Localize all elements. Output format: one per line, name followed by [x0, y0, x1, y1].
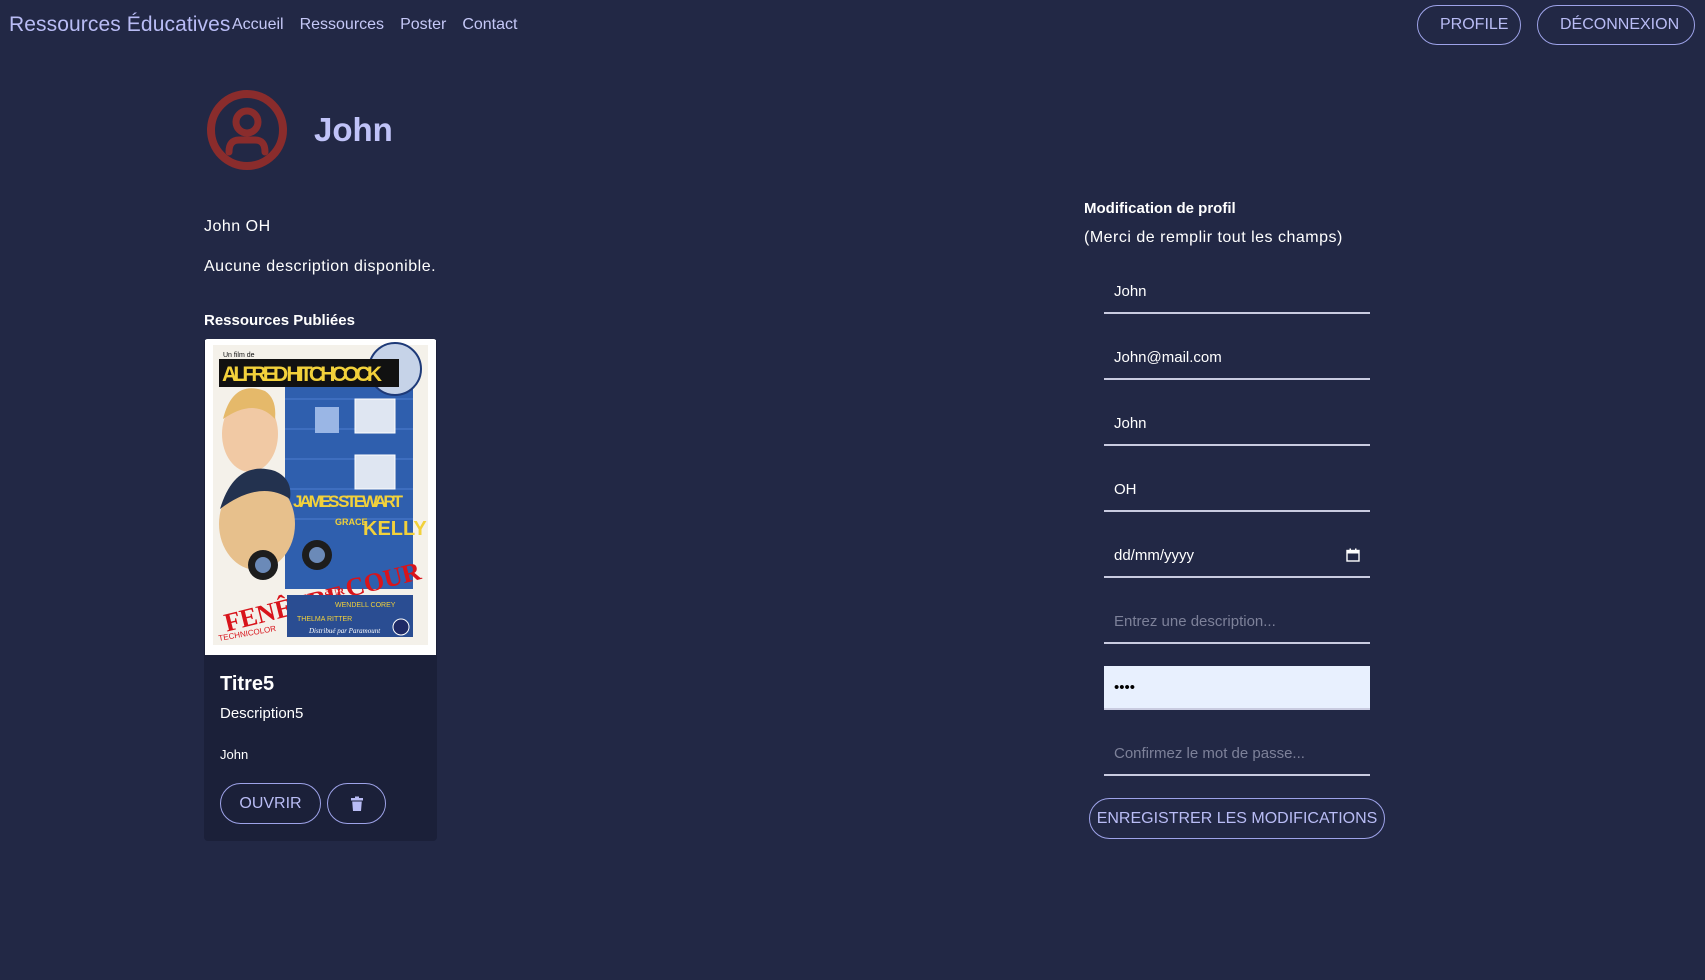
- poster-distributor: Distribué par Paramount: [308, 627, 381, 635]
- user-circle-icon: [207, 90, 287, 170]
- open-resource-button[interactable]: Ouvrir: [220, 783, 321, 824]
- profile-description: Aucune description disponible.: [204, 258, 437, 275]
- nav-links: Accueil Ressources Poster Contact: [232, 16, 517, 34]
- resource-card: Un film de ALFRED HITCHCOCK JAMES STEWAR…: [204, 339, 437, 841]
- description-field[interactable]: [1104, 600, 1370, 644]
- published-resources-title: Ressources Publiées: [204, 312, 355, 329]
- form-title: Modification de profil: [1084, 200, 1236, 217]
- navbar: Ressources Éducatives Accueil Ressources…: [0, 0, 1705, 52]
- lastname-field[interactable]: [1104, 468, 1370, 512]
- username-field[interactable]: [1104, 270, 1370, 314]
- form-subtitle: (Merci de remplir tout les champs): [1084, 229, 1343, 246]
- password-field[interactable]: [1104, 666, 1370, 710]
- profile-fullname: John OH: [204, 218, 271, 235]
- poster-extra2: THELMA RITTER: [297, 616, 352, 623]
- poster-actor1: JAMES STEWART: [293, 492, 404, 511]
- resource-poster-image: Un film de ALFRED HITCHCOCK JAMES STEWAR…: [205, 339, 436, 655]
- resource-author: John: [220, 747, 249, 762]
- delete-resource-button[interactable]: [327, 783, 386, 824]
- calendar-icon[interactable]: [1346, 548, 1360, 562]
- poster-actor2: KELLY: [363, 518, 427, 540]
- birthdate-placeholder: dd/mm/yyyy: [1114, 546, 1195, 564]
- brand-logo[interactable]: Ressources Éducatives: [9, 13, 231, 37]
- confirm-password-field[interactable]: [1104, 732, 1370, 776]
- trash-icon: [350, 796, 363, 811]
- birthdate-field[interactable]: dd/mm/yyyy: [1104, 534, 1370, 578]
- profile-button[interactable]: Profile: [1417, 5, 1521, 45]
- resource-description: Description5: [220, 705, 304, 722]
- poster-director: ALFRED HITCHCOCK: [222, 363, 382, 386]
- resource-title: Titre5: [220, 673, 275, 695]
- firstname-field[interactable]: [1104, 402, 1370, 446]
- profile-username: John: [314, 111, 393, 148]
- nav-link-poster[interactable]: Poster: [400, 16, 446, 34]
- poster-small-text: Un film de: [223, 352, 255, 359]
- nav-link-accueil[interactable]: Accueil: [232, 16, 284, 34]
- save-changes-button[interactable]: Enregistrer les modifications: [1089, 798, 1385, 839]
- poster-extra1: WENDELL COREY: [335, 602, 396, 609]
- nav-link-ressources[interactable]: Ressources: [300, 16, 384, 34]
- nav-link-contact[interactable]: Contact: [462, 16, 517, 34]
- email-field[interactable]: [1104, 336, 1370, 380]
- logout-button[interactable]: Déconnexion: [1537, 5, 1695, 45]
